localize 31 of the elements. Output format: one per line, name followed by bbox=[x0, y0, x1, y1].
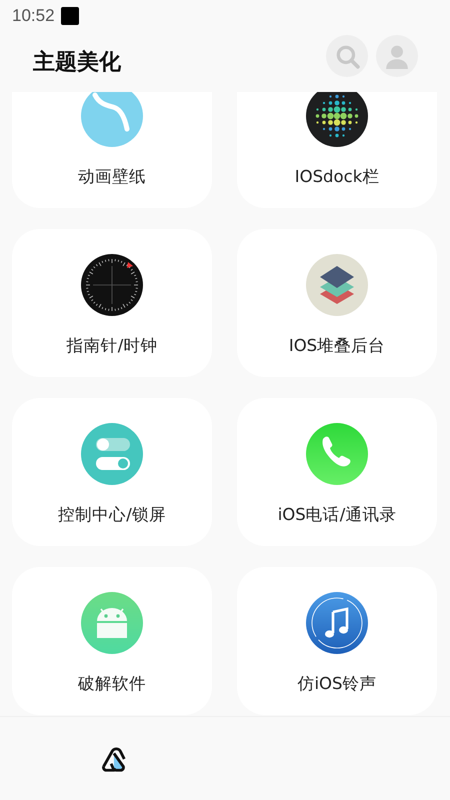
user-icon bbox=[384, 43, 410, 69]
feature-label: 仿iOS铃声 bbox=[297, 673, 377, 695]
feature-card[interactable]: iOS电话/通讯录 bbox=[237, 398, 437, 546]
feature-label: 动画壁纸 bbox=[78, 166, 146, 188]
feature-label: IOSdock栏 bbox=[294, 166, 380, 188]
music-note-icon bbox=[306, 592, 368, 654]
feature-card[interactable]: 控制中心/锁屏 bbox=[12, 398, 212, 546]
notification-icon bbox=[60, 7, 79, 25]
feature-label: 指南针/时钟 bbox=[66, 335, 158, 357]
search-button[interactable] bbox=[326, 35, 368, 77]
phone-icon bbox=[306, 423, 368, 485]
feature-card[interactable]: 仿iOS铃声 bbox=[237, 567, 437, 715]
layers-icon bbox=[306, 254, 368, 316]
feature-card[interactable]: 破解软件 bbox=[12, 567, 212, 715]
feature-card[interactable]: IOSdock栏 bbox=[237, 92, 437, 208]
android-icon bbox=[81, 592, 143, 654]
search-icon bbox=[334, 43, 360, 69]
feature-label: IOS堆叠后台 bbox=[288, 335, 386, 357]
feature-label: 控制中心/锁屏 bbox=[58, 504, 166, 526]
dot-grid-icon bbox=[306, 92, 368, 147]
wave-icon bbox=[81, 92, 143, 147]
status-time: 10:52 bbox=[12, 6, 55, 26]
toggles-icon bbox=[81, 423, 143, 485]
feature-label: iOS电话/通讯录 bbox=[278, 504, 396, 526]
feature-card[interactable]: IOS堆叠后台 bbox=[237, 229, 437, 377]
page-title: 主题美化 bbox=[33, 48, 121, 77]
feature-card[interactable]: 指南针/时钟 bbox=[12, 229, 212, 377]
profile-button[interactable] bbox=[376, 35, 418, 77]
feature-label: 破解软件 bbox=[78, 673, 146, 695]
feature-card[interactable]: 动画壁纸 bbox=[12, 92, 212, 208]
compass-icon bbox=[81, 254, 143, 316]
